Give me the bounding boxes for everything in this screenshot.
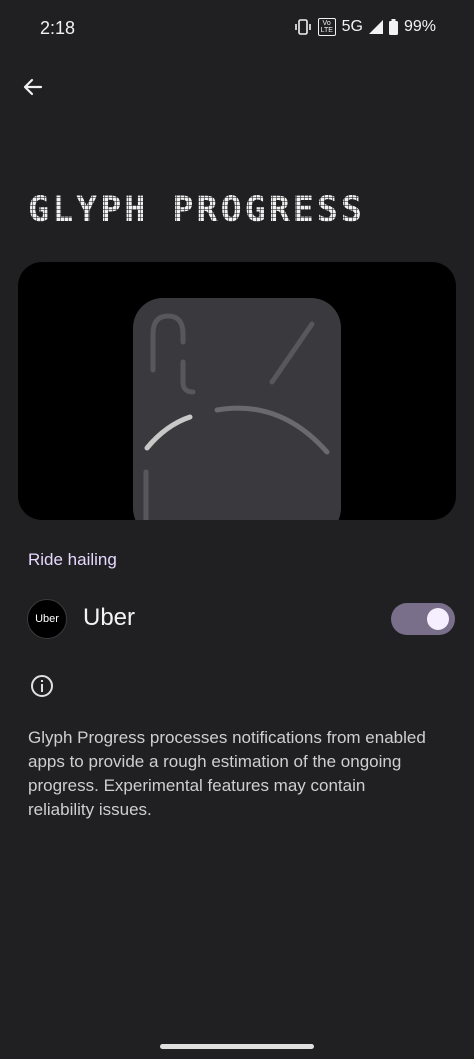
app-row-uber[interactable]: Uber Uber — [0, 594, 474, 644]
phone-glyph-illustration — [133, 298, 341, 520]
vibrate-icon — [294, 19, 311, 35]
battery-icon — [388, 19, 398, 35]
volte-top-text: Vo — [322, 20, 331, 27]
volte-bottom-text: LTE — [320, 27, 333, 34]
uber-toggle[interactable] — [391, 603, 455, 635]
back-arrow-icon[interactable] — [18, 72, 48, 102]
network-type: 5G — [341, 18, 363, 35]
signal-icon — [368, 20, 383, 34]
page-title: GLYPH PROGRESS — [28, 190, 366, 230]
glyph-preview-image — [18, 262, 456, 520]
info-icon — [31, 675, 53, 697]
uber-logo: Uber — [27, 599, 67, 639]
app-name: Uber — [83, 604, 136, 631]
toggle-knob — [427, 608, 449, 630]
volte-icon: Vo LTE — [317, 18, 336, 36]
status-icons: Vo LTE 5G 99% — [294, 18, 436, 36]
battery-percent: 99% — [403, 18, 436, 35]
info-description: Glyph Progress processes notifications f… — [28, 728, 426, 819]
status-bar: 2:18 Vo LTE 5G 99% — [0, 0, 474, 58]
status-time: 2:18 — [40, 18, 76, 38]
section-label-ride-hailing: Ride hailing — [28, 550, 117, 569]
gesture-home-bar[interactable] — [160, 1044, 314, 1049]
